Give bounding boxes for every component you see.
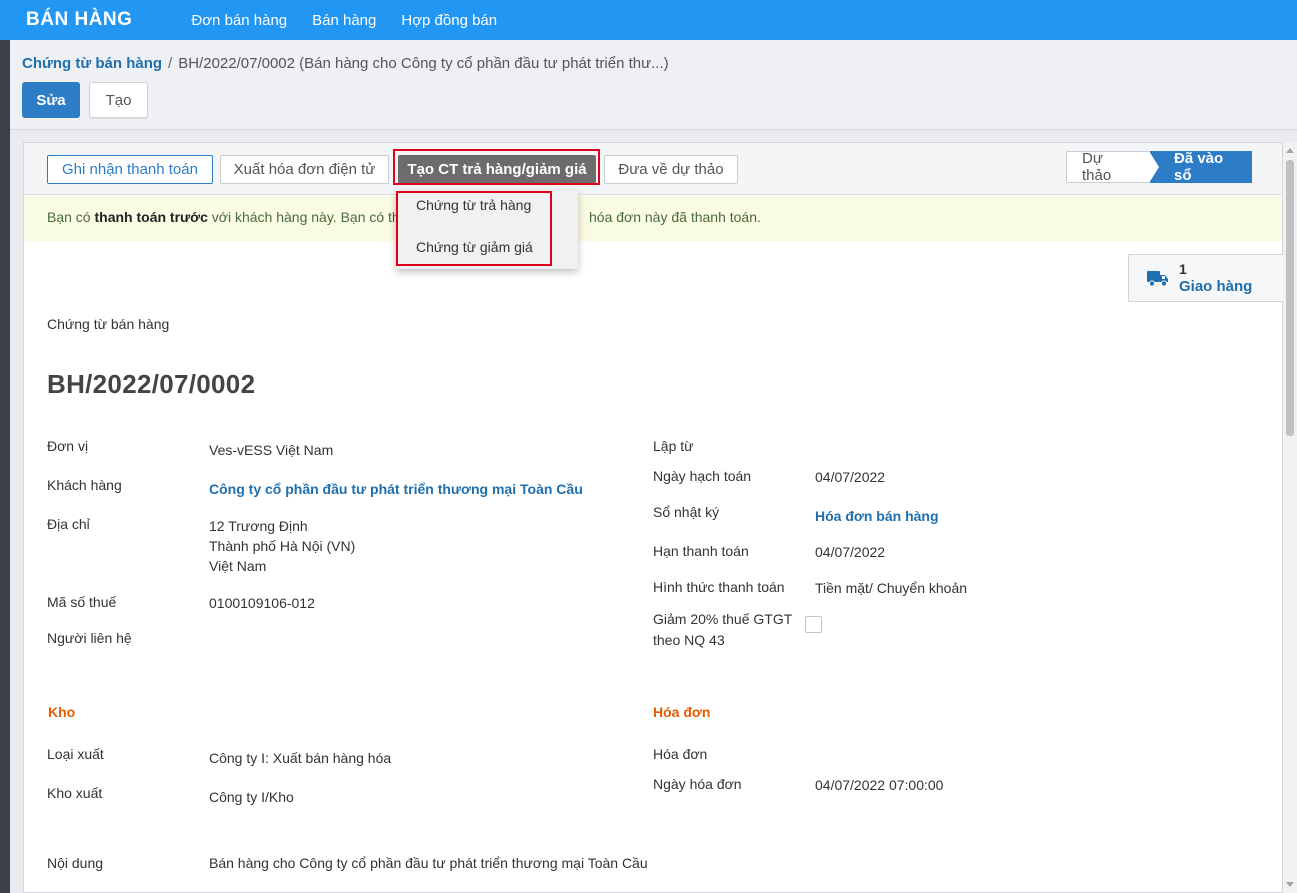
address-line-1: 12 Trương Định <box>209 518 308 534</box>
edit-button[interactable]: Sửa <box>22 82 80 118</box>
invoice-section-title: Hóa đơn <box>653 704 711 720</box>
document-number: BH/2022/07/0002 <box>47 369 256 399</box>
form-sheet: Ghi nhận thanh toán Xuất hóa đơn điện tử… <box>23 142 1284 893</box>
invoice-label: Hóa đơn <box>653 746 708 762</box>
payment-method-label: Hình thức thanh toán <box>653 579 785 595</box>
unit-value: Ves-vESS Việt Nam <box>209 442 334 458</box>
warehouse-value: Công ty I/Kho <box>209 789 294 805</box>
journal-label: Sổ nhật ký <box>653 504 720 520</box>
payment-alert: Bạn có thanh toán trước với khách hàng n… <box>24 196 1282 241</box>
vat-reduction-label-1: Giảm 20% thuế GTGT <box>653 611 793 627</box>
address-label: Địa chỉ <box>47 516 90 532</box>
tax-code-label: Mã số thuế <box>47 594 117 610</box>
alert-text-1: Bạn có <box>47 209 95 225</box>
issue-einvoice-button[interactable]: Xuất hóa đơn điện tử <box>220 155 389 184</box>
due-date-label: Hạn thanh toán <box>653 543 749 559</box>
top-navbar: BÁN HÀNG Đơn bán hàng Bán hàng Hợp đồng … <box>0 0 1297 40</box>
payment-method-value: Tiền mặt/ Chuyển khoản <box>815 580 968 596</box>
vertical-scrollbar[interactable] <box>1283 142 1297 893</box>
highlight-box-dropdown <box>396 191 552 266</box>
tax-code-value: 0100109106-012 <box>209 595 315 611</box>
scroll-down-arrow-icon[interactable] <box>1286 882 1294 887</box>
delivery-label: Giao hàng <box>1179 278 1253 295</box>
customer-link[interactable]: Công ty cổ phần đầu tư phát triển thương… <box>209 479 583 499</box>
contact-label: Người liên hệ <box>47 630 132 646</box>
document-type: Chứng từ bán hàng <box>47 316 170 332</box>
export-type-label: Loại xuất <box>47 746 104 762</box>
stage-posted[interactable]: Đã vào sổ <box>1149 150 1252 184</box>
breadcrumb-separator: / <box>168 55 173 72</box>
delivery-smart-button[interactable]: 1 Giao hàng <box>1128 254 1284 302</box>
menu-sales-contract[interactable]: Hợp đồng bán <box>401 12 497 29</box>
create-button[interactable]: Tạo <box>89 82 148 118</box>
highlight-box-return-button <box>393 149 600 185</box>
top-menu: Đơn bán hàng Bán hàng Hợp đồng bán <box>191 12 522 29</box>
form-statusbar: Ghi nhận thanh toán Xuất hóa đơn điện tử… <box>24 143 1282 195</box>
invoice-date-label: Ngày hóa đơn <box>653 776 742 792</box>
journal-link[interactable]: Hóa đơn bán hàng <box>815 506 939 526</box>
alert-text-2: với khách hàng này. Bạn có thể <box>207 209 408 225</box>
reset-to-draft-button[interactable]: Đưa về dự thảo <box>604 155 738 184</box>
truck-icon <box>1147 271 1168 287</box>
scroll-up-arrow-icon[interactable] <box>1286 148 1294 153</box>
alert-text-3: hóa đơn này đã thanh toán. <box>589 209 761 225</box>
accounting-date-value: 04/07/2022 <box>815 469 886 485</box>
unit-label: Đơn vị <box>47 438 89 454</box>
content-value: Bán hàng cho Công ty cổ phần đầu tư phát… <box>209 855 648 871</box>
left-edge-strip <box>0 40 10 893</box>
due-date-value: 04/07/2022 <box>815 544 886 560</box>
delivery-count: 1 <box>1179 261 1187 277</box>
alert-bold: thanh toán trước <box>94 209 208 225</box>
breadcrumb-current: BH/2022/07/0002 (Bán hàng cho Công ty cổ… <box>178 55 669 72</box>
address-line-2: Thành phố Hà Nội (VN) <box>209 538 356 554</box>
smart-button-text: 1 Giao hàng <box>1179 261 1252 295</box>
created-from-label: Lập từ <box>653 438 694 454</box>
vat-reduction-checkbox[interactable] <box>805 616 822 633</box>
scroll-thumb[interactable] <box>1286 160 1294 436</box>
stage-draft[interactable]: Dự thảo <box>1066 150 1150 184</box>
status-stages: Dự thảo Đã vào sổ <box>1066 150 1252 184</box>
warehouse-label: Kho xuất <box>47 785 103 801</box>
menu-sales-order[interactable]: Đơn bán hàng <box>191 12 287 29</box>
content-label: Nội dung <box>47 855 104 871</box>
record-payment-button[interactable]: Ghi nhận thanh toán <box>47 155 213 184</box>
warehouse-section-title: Kho <box>48 704 76 720</box>
vat-reduction-label-2: theo NQ 43 <box>653 632 725 648</box>
app-title[interactable]: BÁN HÀNG <box>26 9 132 31</box>
accounting-date-label: Ngày hạch toán <box>653 468 752 484</box>
menu-sales[interactable]: Bán hàng <box>312 12 376 29</box>
export-type-value: Công ty I: Xuất bán hàng hóa <box>209 750 392 766</box>
customer-label: Khách hàng <box>47 477 122 493</box>
breadcrumb: Chứng từ bán hàng / BH/2022/07/0002 (Bán h… <box>22 55 669 72</box>
invoice-date-value: 04/07/2022 07:00:00 <box>815 777 944 793</box>
address-line-3: Việt Nam <box>209 558 267 574</box>
control-panel: Chứng từ bán hàng / BH/2022/07/0002 (Bán h… <box>10 40 1297 130</box>
breadcrumb-parent-link[interactable]: Chứng từ bán hàng <box>22 55 162 72</box>
